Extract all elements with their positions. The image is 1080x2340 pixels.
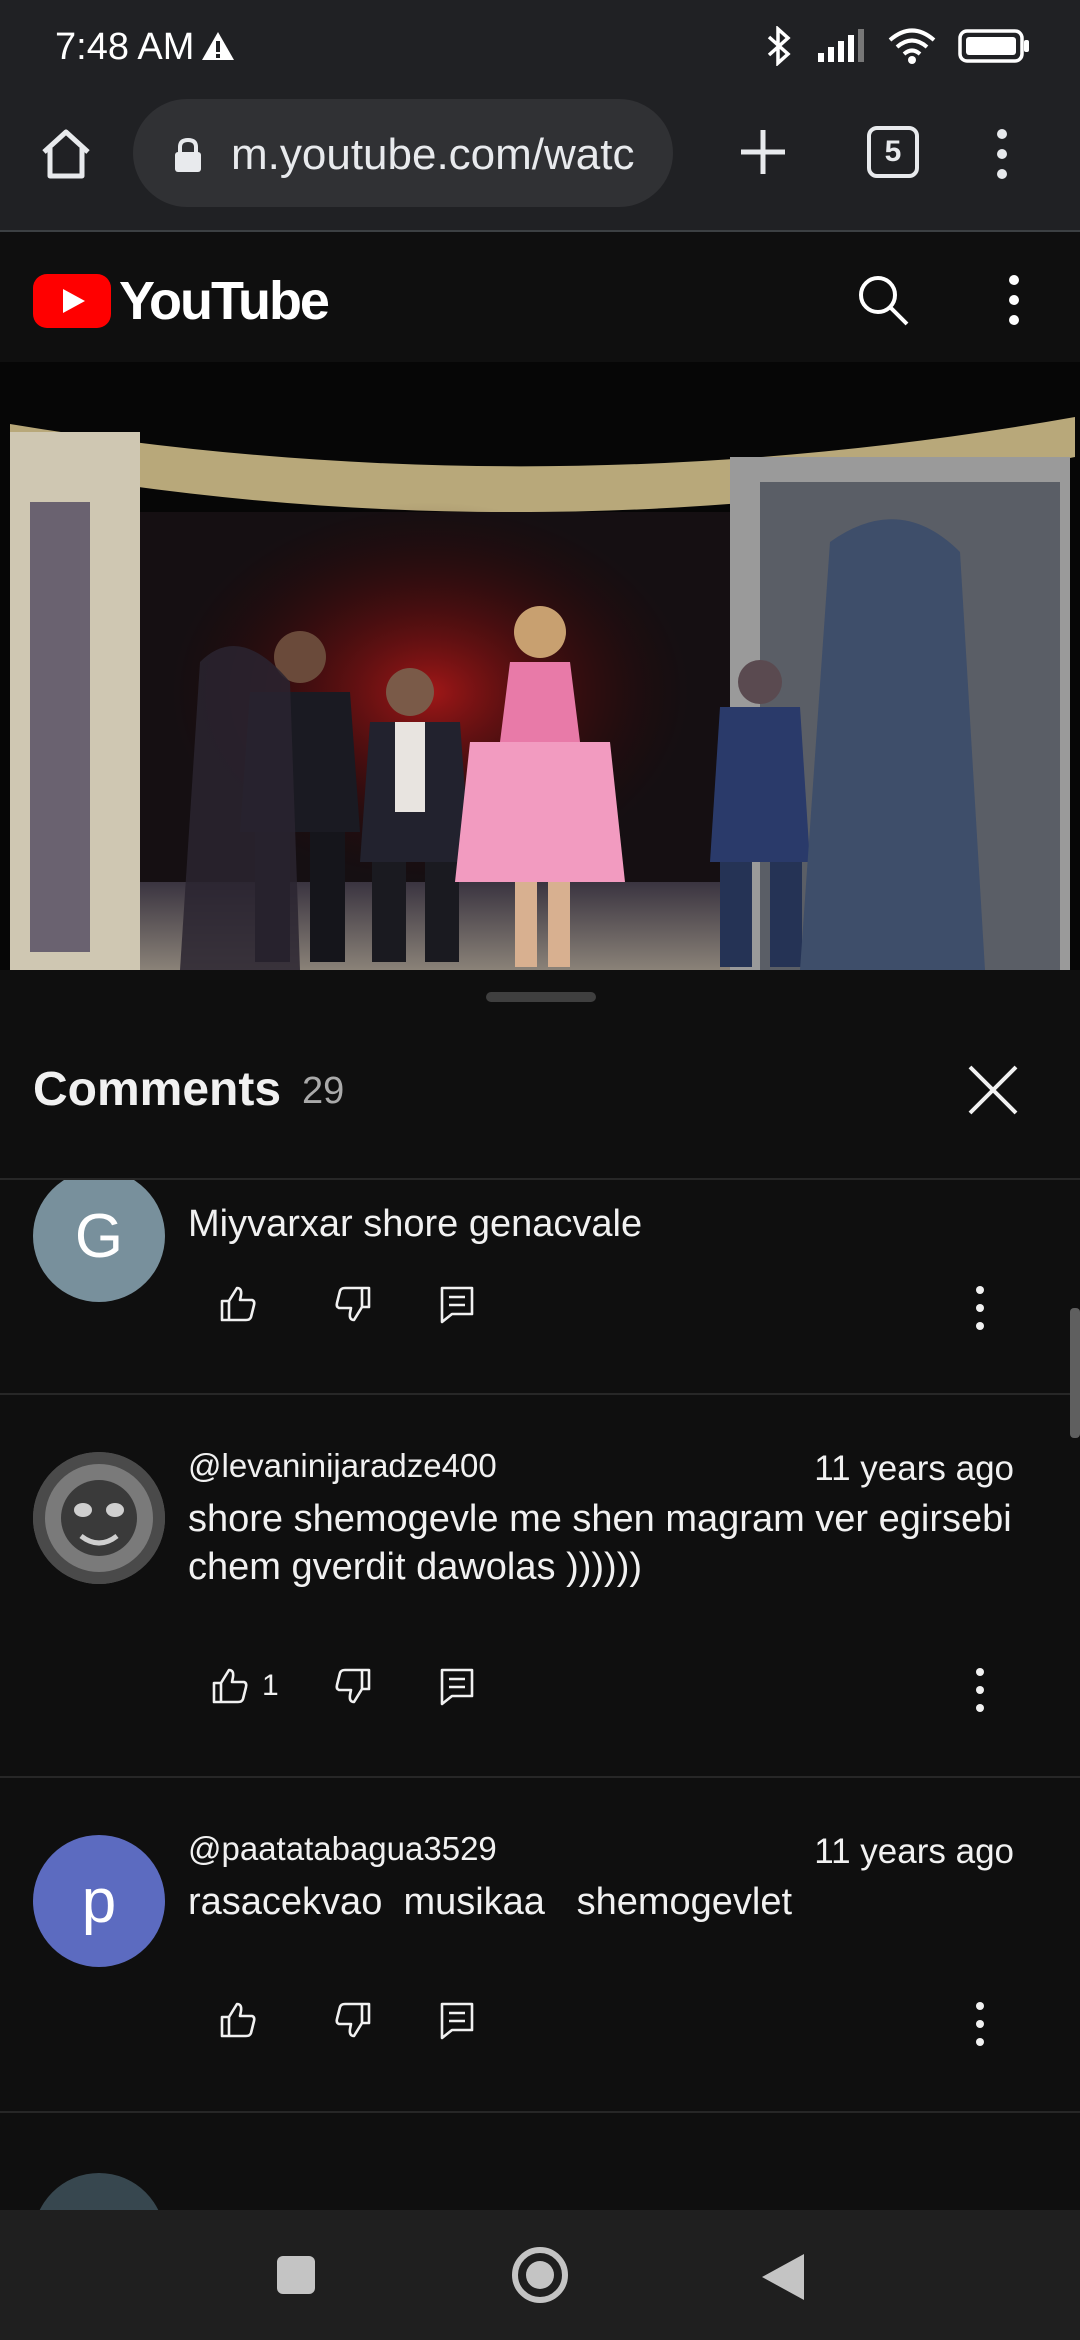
bluetooth-icon	[764, 25, 794, 71]
home-icon[interactable]	[38, 126, 94, 182]
avatar-letter: p	[81, 1866, 117, 1936]
close-icon[interactable]	[965, 1062, 1021, 1118]
thumbs-down-icon	[335, 1286, 371, 1322]
comment-item: G Miyvarxar shore genacvale	[0, 1180, 1080, 1395]
thumbs-up-icon	[212, 1668, 248, 1704]
comment-item: @levaninijaradze400 11 years ago shore s…	[0, 1395, 1080, 1778]
address-bar[interactable]: m.youtube.com/watc	[133, 99, 673, 207]
youtube-logo-text: YouTube	[119, 271, 330, 331]
reply-icon	[440, 2002, 474, 2040]
avatar[interactable]: G	[33, 1180, 165, 1302]
avatar[interactable]	[33, 1452, 165, 1584]
comments-panel: Comments 29 G Miyvarxar shore genacvale	[0, 970, 1080, 2210]
avatar[interactable]: p	[33, 1835, 165, 1967]
comment-actions	[188, 1996, 1018, 2056]
browser-toolbar: m.youtube.com/watc 5	[0, 96, 1080, 232]
reply-button[interactable]	[438, 1996, 476, 2044]
dislike-button[interactable]	[333, 1662, 373, 1710]
video-player[interactable]	[0, 362, 1080, 970]
more-vert-icon[interactable]	[968, 1280, 992, 1336]
home-circle-icon[interactable]	[512, 2247, 568, 2303]
avatar-letter: G	[74, 1201, 124, 1271]
comment-list[interactable]: G Miyvarxar shore genacvale @levaninijar…	[0, 1180, 1080, 2210]
comments-title: Comments	[33, 1063, 282, 1116]
reply-button[interactable]	[438, 1280, 476, 1328]
thumbs-down-icon	[335, 1668, 371, 1704]
comments-count: 29	[302, 1070, 345, 1112]
thumbs-up-icon	[220, 1286, 256, 1322]
youtube-logo[interactable]: YouTube	[33, 270, 330, 332]
thumbs-up-icon	[220, 2002, 256, 2038]
scrollbar[interactable]	[1070, 1308, 1080, 1438]
more-vert-icon[interactable]	[968, 1996, 992, 2052]
recents-icon[interactable]	[277, 2256, 315, 2294]
reply-icon	[440, 1668, 474, 1706]
like-button[interactable]: 1	[210, 1662, 279, 1710]
like-button[interactable]	[218, 1280, 258, 1328]
wifi-icon	[888, 27, 936, 70]
url-text: m.youtube.com/watc	[231, 130, 635, 179]
back-icon[interactable]	[762, 2254, 804, 2300]
comment-item	[0, 2113, 1080, 2210]
comment-actions	[188, 1280, 1018, 1340]
dislike-button[interactable]	[333, 1280, 373, 1328]
avatar-image	[33, 1452, 165, 1584]
comment-item: p @paatatabagua3529 11 years ago rasacek…	[0, 1778, 1080, 2113]
status-time: 7:48 AM	[55, 26, 195, 68]
system-navigation-bar	[0, 2210, 1080, 2340]
more-vert-icon[interactable]	[968, 1662, 992, 1718]
reply-button[interactable]	[438, 1662, 476, 1710]
comment-text: shore shemogevle me shen magram ver egir…	[188, 1498, 1012, 1588]
thumbs-down-icon	[335, 2002, 371, 2038]
comment-time: 11 years ago	[814, 1449, 1014, 1488]
like-button[interactable]	[218, 1996, 258, 2044]
search-icon[interactable]	[855, 272, 911, 328]
video-frame-image	[0, 362, 1080, 970]
comment-author[interactable]: @levaninijaradze400	[188, 1447, 497, 1485]
plus-icon[interactable]	[735, 124, 791, 180]
more-vert-icon[interactable]	[990, 126, 1014, 182]
signal-icon	[816, 29, 866, 68]
reply-icon	[440, 1286, 474, 1324]
lock-icon	[173, 137, 203, 178]
comment-time: 11 years ago	[814, 1832, 1014, 1871]
comment-actions: 1	[188, 1662, 1018, 1722]
alert-icon	[200, 30, 236, 67]
drag-handle[interactable]	[486, 992, 596, 1002]
comment-text: rasacekvao musikaa shemogevlet	[188, 1881, 793, 1923]
youtube-play-icon	[33, 274, 111, 328]
avatar[interactable]	[33, 2173, 165, 2210]
comment-text: Miyvarxar shore genacvale	[188, 1203, 643, 1245]
like-count: 1	[262, 1669, 279, 1702]
battery-icon	[958, 28, 1030, 69]
comment-author[interactable]: @paatatabagua3529	[188, 1830, 497, 1868]
dislike-button[interactable]	[333, 1996, 373, 2044]
youtube-header: YouTube	[0, 232, 1080, 362]
more-vert-icon[interactable]	[1002, 270, 1026, 330]
tabs-icon[interactable]: 5	[867, 126, 919, 178]
status-bar: 7:48 AM	[0, 0, 1080, 96]
